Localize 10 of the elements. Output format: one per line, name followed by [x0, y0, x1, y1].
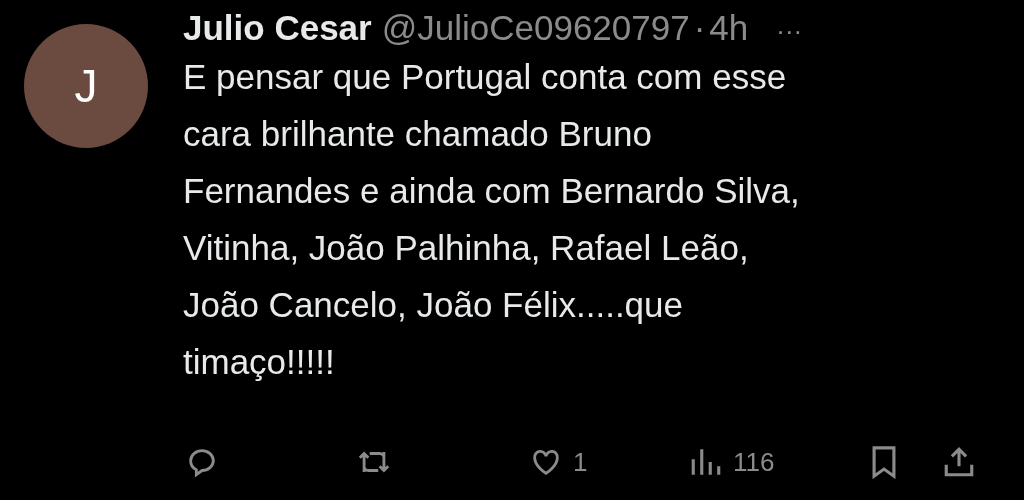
share-icon[interactable]: [942, 445, 976, 479]
more-button[interactable]: ···: [776, 16, 803, 47]
avatar[interactable]: J: [24, 24, 148, 148]
separator-dot: ·: [693, 8, 706, 48]
author-name[interactable]: Julio Cesar: [183, 8, 372, 48]
like-count: 1: [573, 446, 588, 478]
post-time[interactable]: 4h: [709, 8, 749, 48]
tweet-text: E pensar que Portugal conta com esse cara brilhante chamado Bruno Fernandes e ainda com Bernardo Silva, Vitinha, João Palhinha, Rafael Leão, João Cancelo, João Félix.....que timaço!!!!!: [183, 56, 801, 383]
author-handle[interactable]: @JulioCe09620797: [381, 8, 690, 48]
view-count: 116: [733, 446, 775, 478]
